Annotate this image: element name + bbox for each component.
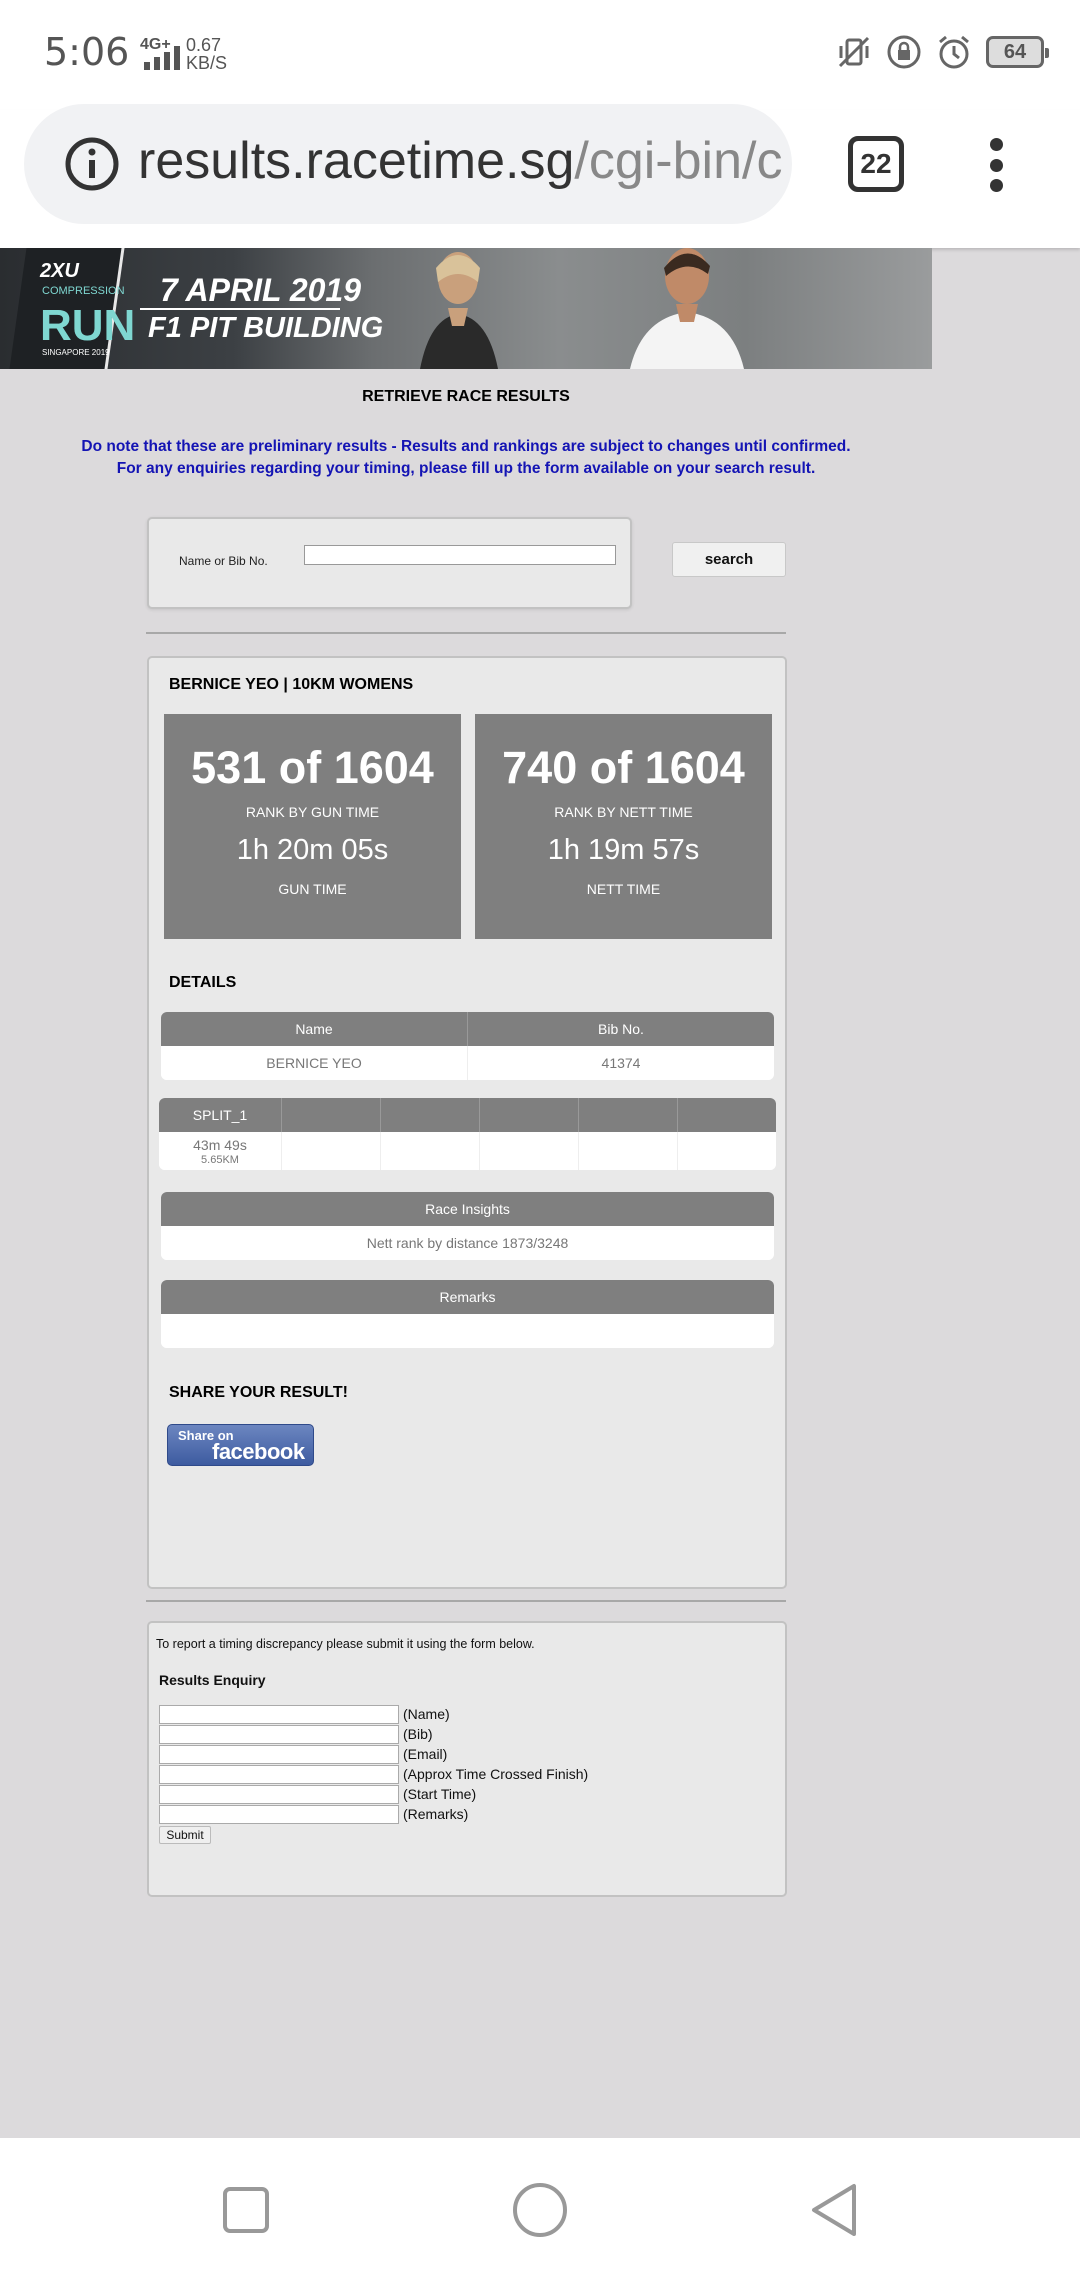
insights-header: Race Insights — [425, 1201, 510, 1217]
runner-woman-image — [420, 252, 498, 369]
gun-rank: 531 of 1604 — [191, 742, 434, 793]
table-row — [161, 1314, 774, 1348]
rotation-lock-icon — [887, 35, 921, 69]
enquiry-card: To report a timing discrepancy please su… — [147, 1621, 787, 1897]
remarks-table: Remarks — [161, 1280, 774, 1348]
battery-icon: 64 — [986, 36, 1049, 68]
gun-rank-caption: RANK BY GUN TIME — [245, 804, 380, 820]
facebook-label: facebook — [212, 1439, 305, 1464]
signal-icon — [144, 46, 180, 70]
split-header: SPLIT_1 — [192, 1107, 248, 1123]
enquiry-name-label: (Name) — [403, 1706, 450, 1722]
athlete-heading: BERNICE YEO | 10KM WOMENS — [169, 676, 414, 693]
gun-time: 1h 20m 05s — [236, 834, 389, 866]
search-panel: Name or Bib No. — [147, 517, 632, 609]
enquiry-remarks-field[interactable] — [159, 1804, 399, 1824]
search-label: Name or Bib No. — [179, 554, 268, 568]
bib-number-cell: 41374 — [467, 1046, 774, 1080]
nett-time-caption: NETT TIME — [586, 881, 661, 897]
enquiry-remarks-label: (Remarks) — [403, 1806, 469, 1822]
gun-rank-box: 531 of 1604 RANK BY GUN TIME 1h 20m 05s … — [164, 714, 461, 939]
logo-brand: 2XU — [40, 260, 79, 282]
enquiry-email-field[interactable] — [159, 1744, 399, 1764]
split-cell: 43m 49s 5.65KM — [159, 1132, 281, 1170]
page-title: RETRIEVE RACE RESULTS — [362, 388, 570, 405]
split-time: 43m 49s — [193, 1136, 247, 1153]
nett-rank: 740 of 1604 — [502, 742, 745, 793]
gun-time-caption: GUN TIME — [278, 881, 347, 897]
nett-rank-caption: RANK BY NETT TIME — [554, 804, 693, 820]
logo-subtitle: COMPRESSION — [42, 285, 125, 297]
preliminary-notice: Do note that these are preliminary resul… — [81, 438, 851, 477]
enquiry-bib-label: (Bib) — [403, 1726, 433, 1742]
split-distance: 5.65KM — [201, 1153, 239, 1166]
back-icon[interactable] — [804, 2180, 864, 2240]
insights-value: Nett rank by distance 1873/3248 — [366, 1235, 569, 1251]
table-row: 43m 49s 5.65KM — [159, 1132, 776, 1170]
enquiry-bib-field[interactable] — [159, 1724, 399, 1744]
athlete-name-cell: BERNICE YEO — [266, 1055, 362, 1071]
runner-man-image — [630, 248, 744, 369]
status-time: 5:06 — [44, 30, 130, 74]
nett-time: 1h 19m 57s — [547, 834, 700, 866]
details-title: DETAILS — [169, 974, 237, 991]
status-bar: 5:06 4G+ 0.67 KB/S 64 — [0, 0, 1080, 110]
banner-venue: F1 PIT BUILDING — [148, 312, 384, 344]
remarks-header: Remarks — [439, 1289, 496, 1305]
address-bar[interactable]: results.racetime.sg/cgi-bin/c — [24, 104, 792, 224]
url-text[interactable]: results.racetime.sg/cgi-bin/c — [138, 131, 782, 191]
split-table: SPLIT_1 43m 49s 5.65KM — [159, 1098, 776, 1170]
navigation-bar — [0, 2138, 1080, 2280]
divider — [146, 632, 786, 634]
more-menu-icon[interactable] — [980, 138, 1012, 192]
network-speed: 0.67 KB/S — [186, 35, 228, 73]
banner-divider — [140, 308, 340, 310]
table-row: BERNICE YEO 41374 — [161, 1046, 774, 1080]
result-card: BERNICE YEO | 10KM WOMENS 531 of 1604 RA… — [147, 656, 787, 1589]
enquiry-email-label: (Email) — [403, 1746, 448, 1762]
vibrate-icon — [838, 36, 870, 68]
enquiry-name-field[interactable] — [159, 1704, 399, 1724]
column-header-bib: Bib No. — [467, 1012, 774, 1046]
home-icon[interactable] — [510, 2180, 570, 2240]
enquiry-note: To report a timing discrepancy please su… — [156, 1637, 535, 1651]
alarm-icon — [939, 35, 969, 69]
banner-date: 7 APRIL 2019 — [160, 272, 361, 308]
logo-place: SINGAPORE 2019 — [42, 348, 110, 357]
submit-button[interactable]: Submit — [159, 1826, 211, 1844]
recents-icon[interactable] — [216, 2180, 276, 2240]
enquiry-start-time-field[interactable] — [159, 1784, 399, 1804]
tab-switcher-button[interactable]: 22 — [848, 136, 904, 192]
column-header-name: Name — [295, 1021, 333, 1037]
search-input[interactable] — [304, 545, 616, 565]
event-banner: 2XU COMPRESSION RUN SINGAPORE 2019 7 APR… — [0, 248, 932, 369]
table-row: Nett rank by distance 1873/3248 — [161, 1226, 774, 1260]
enquiry-title: Results Enquiry — [159, 1672, 266, 1688]
nett-rank-box: 740 of 1604 RANK BY NETT TIME 1h 19m 57s… — [475, 714, 772, 939]
enquiry-finish-time-label: (Approx Time Crossed Finish) — [403, 1766, 589, 1782]
search-button[interactable]: search — [672, 542, 786, 577]
share-facebook-button[interactable]: Share on facebook — [167, 1424, 314, 1466]
logo-run: RUN — [40, 301, 136, 350]
enquiry-finish-time-field[interactable] — [159, 1764, 399, 1784]
info-icon[interactable] — [64, 136, 120, 192]
enquiry-start-time-label: (Start Time) — [403, 1786, 477, 1802]
share-title: SHARE YOUR RESULT! — [169, 1384, 348, 1401]
divider — [146, 1600, 786, 1602]
race-insights-table: Race Insights Nett rank by distance 1873… — [161, 1192, 774, 1260]
details-table: Name Bib No. BERNICE YEO 41374 — [161, 1012, 774, 1080]
